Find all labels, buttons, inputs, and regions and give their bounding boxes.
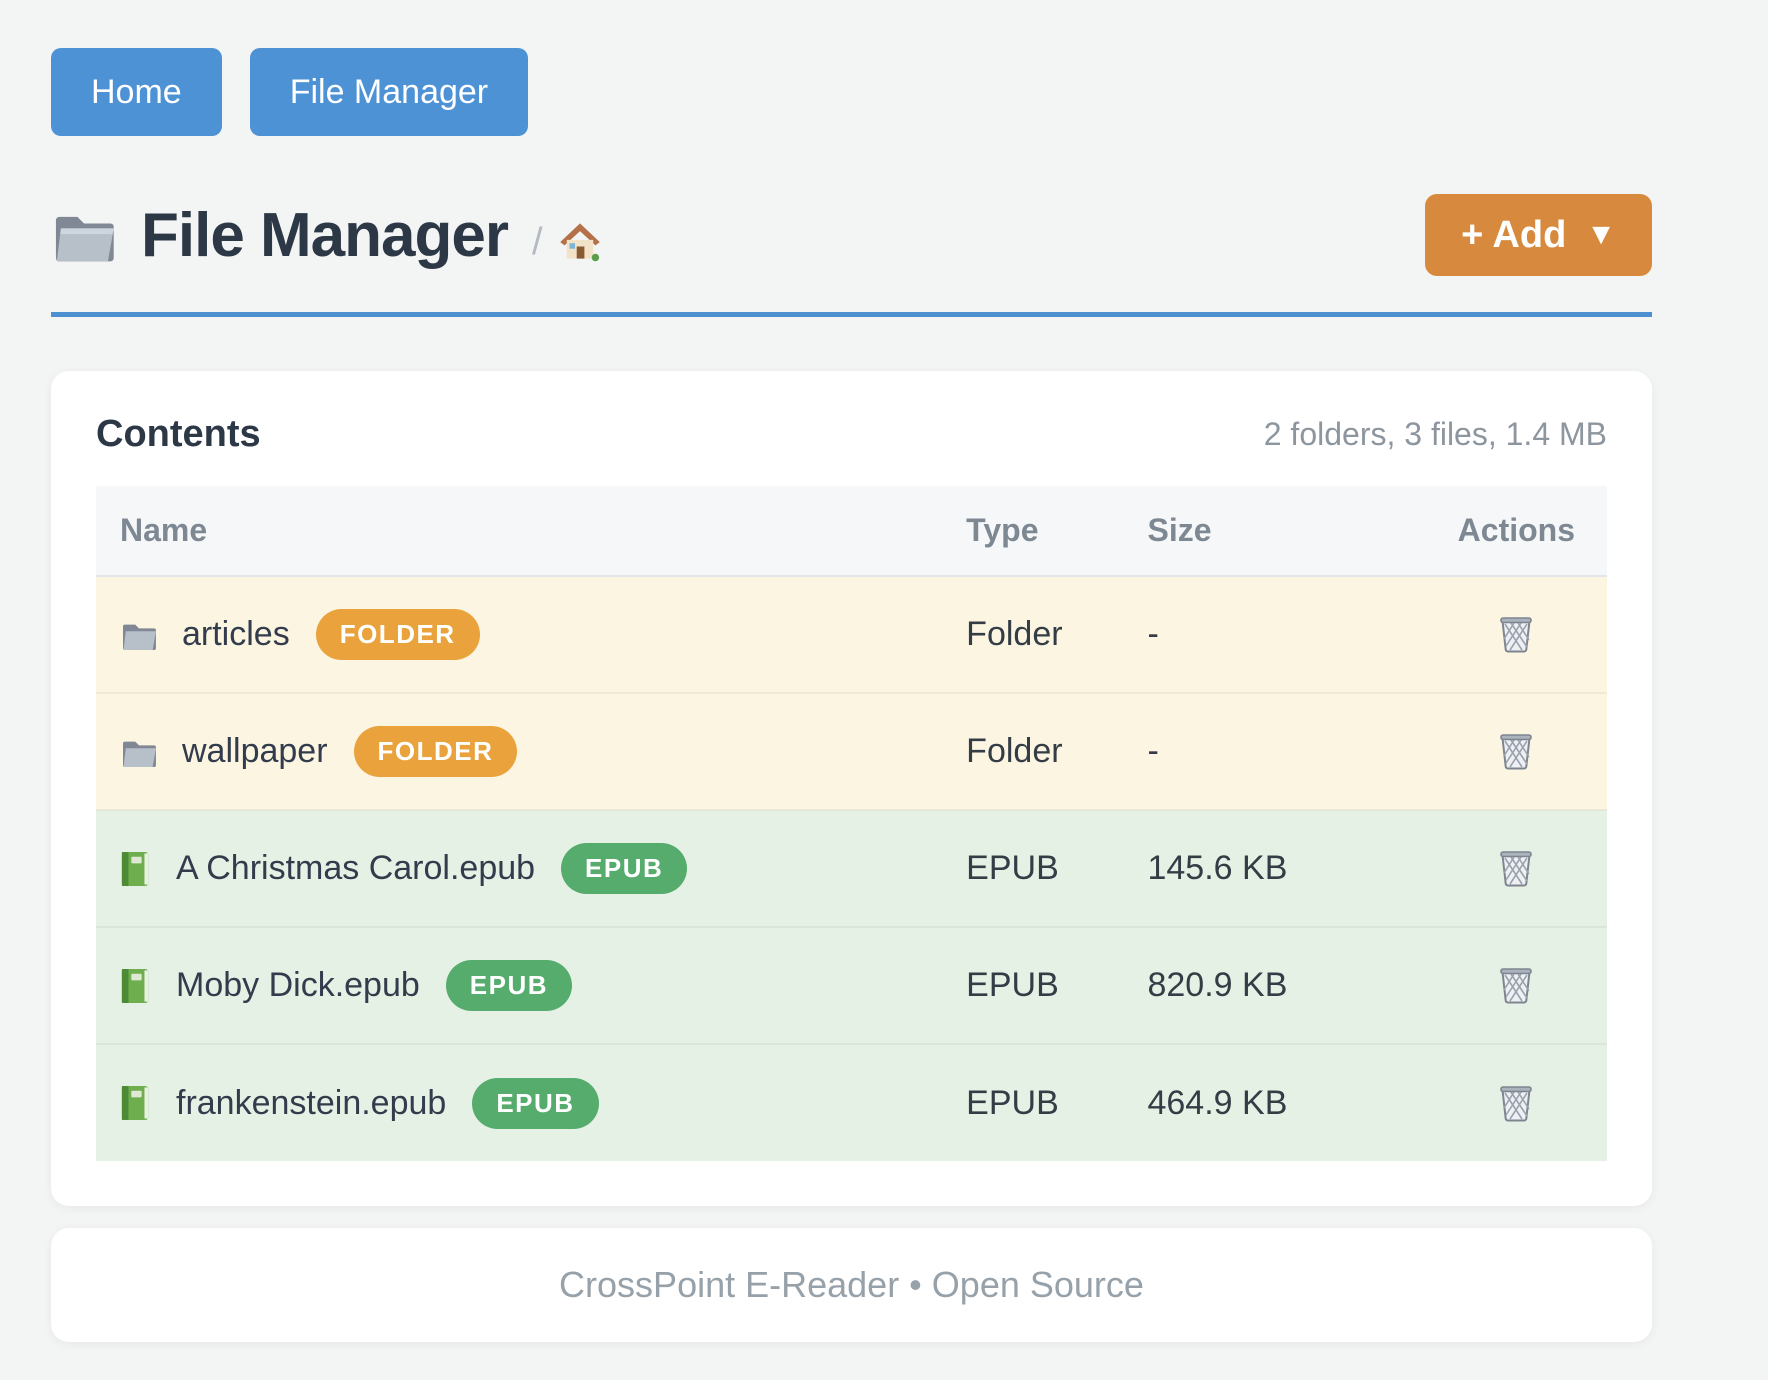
folder-icon bbox=[120, 736, 158, 768]
trash-icon bbox=[1498, 964, 1534, 1004]
green-book-icon bbox=[120, 967, 152, 1005]
table-row: wallpaper FOLDER Folder - bbox=[96, 693, 1607, 810]
type-cell: Folder bbox=[942, 693, 1123, 810]
size-cell: - bbox=[1123, 576, 1425, 693]
type-cell: EPUB bbox=[942, 927, 1123, 1044]
epub-badge: EPUB bbox=[446, 960, 572, 1011]
folder-badge: FOLDER bbox=[316, 609, 480, 660]
nav-home-button[interactable]: Home bbox=[51, 48, 222, 136]
top-navigation: Home File Manager bbox=[51, 48, 1652, 136]
table-row: A Christmas Carol.epub EPUB EPUB 145.6 K… bbox=[96, 810, 1607, 927]
trash-icon bbox=[1498, 613, 1534, 653]
delete-button[interactable] bbox=[1492, 958, 1540, 1010]
green-book-icon bbox=[120, 850, 152, 888]
contents-card-header: Contents 2 folders, 3 files, 1.4 MB bbox=[96, 413, 1607, 456]
title-group: File Manager / bbox=[51, 200, 603, 271]
header-divider bbox=[51, 312, 1652, 317]
page-title: File Manager bbox=[141, 200, 508, 271]
contents-title: Contents bbox=[96, 413, 261, 456]
caret-down-icon: ▼ bbox=[1586, 218, 1616, 252]
folder-icon bbox=[120, 619, 158, 651]
delete-button[interactable] bbox=[1492, 607, 1540, 659]
green-book-icon bbox=[120, 1084, 152, 1122]
folder-badge: FOLDER bbox=[354, 726, 518, 777]
footer-card: CrossPoint E-Reader • Open Source bbox=[51, 1228, 1652, 1342]
column-header-size: Size bbox=[1123, 486, 1425, 576]
table-row: frankenstein.epub EPUB EPUB 464.9 KB bbox=[96, 1044, 1607, 1161]
add-button[interactable]: + Add ▼ bbox=[1425, 194, 1652, 276]
delete-button[interactable] bbox=[1492, 841, 1540, 893]
delete-button[interactable] bbox=[1492, 1076, 1540, 1128]
file-link[interactable]: frankenstein.epub bbox=[176, 1084, 446, 1123]
size-cell: 145.6 KB bbox=[1123, 810, 1425, 927]
page-header: File Manager / + Add ▼ bbox=[51, 194, 1652, 276]
footer-text: CrossPoint E-Reader • Open Source bbox=[87, 1264, 1616, 1306]
epub-badge: EPUB bbox=[472, 1078, 598, 1129]
breadcrumb-separator: / bbox=[532, 221, 543, 264]
table-row: Moby Dick.epub EPUB EPUB 820.9 KB bbox=[96, 927, 1607, 1044]
type-cell: EPUB bbox=[942, 1044, 1123, 1161]
type-cell: Folder bbox=[942, 576, 1123, 693]
trash-icon bbox=[1498, 730, 1534, 770]
trash-icon bbox=[1498, 847, 1534, 887]
table-header-row: Name Type Size Actions bbox=[96, 486, 1607, 576]
column-header-name: Name bbox=[96, 486, 942, 576]
table-row: articles FOLDER Folder - bbox=[96, 576, 1607, 693]
add-button-label: + Add bbox=[1461, 214, 1566, 257]
column-header-actions: Actions bbox=[1426, 486, 1607, 576]
delete-button[interactable] bbox=[1492, 724, 1540, 776]
page: Home File Manager File Manager / + Add ▼ bbox=[0, 0, 1768, 1380]
trash-icon bbox=[1498, 1082, 1534, 1122]
size-cell: - bbox=[1123, 693, 1425, 810]
epub-badge: EPUB bbox=[561, 843, 687, 894]
folder-link[interactable]: wallpaper bbox=[182, 732, 328, 771]
size-cell: 820.9 KB bbox=[1123, 927, 1425, 1044]
folder-icon bbox=[51, 206, 117, 264]
file-table: Name Type Size Actions bbox=[96, 486, 1607, 1161]
contents-card: Contents 2 folders, 3 files, 1.4 MB Name… bbox=[51, 371, 1652, 1206]
size-cell: 464.9 KB bbox=[1123, 1044, 1425, 1161]
folder-link[interactable]: articles bbox=[182, 615, 290, 654]
file-link[interactable]: Moby Dick.epub bbox=[176, 966, 420, 1005]
house-icon[interactable] bbox=[557, 219, 603, 263]
contents-summary: 2 folders, 3 files, 1.4 MB bbox=[1264, 416, 1607, 453]
nav-file-manager-button[interactable]: File Manager bbox=[250, 48, 528, 136]
type-cell: EPUB bbox=[942, 810, 1123, 927]
file-link[interactable]: A Christmas Carol.epub bbox=[176, 849, 535, 888]
column-header-type: Type bbox=[942, 486, 1123, 576]
